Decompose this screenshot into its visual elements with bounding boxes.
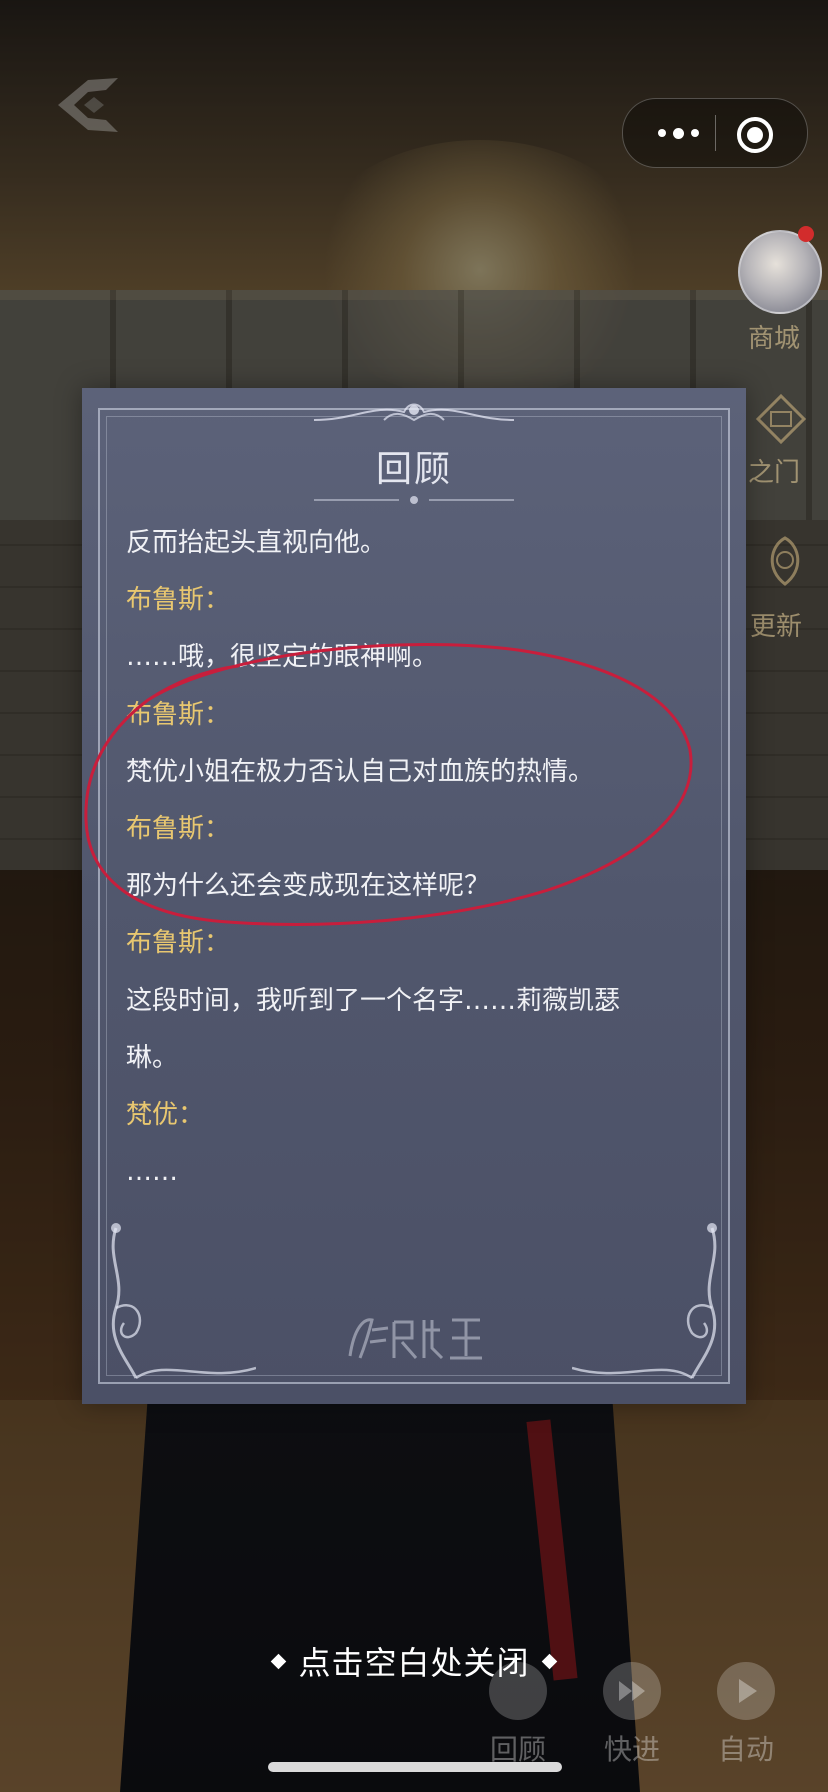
top-ornament-icon [314,403,514,422]
log-line: 梵优小姐在极力否认自己对血族的热情。 [126,757,595,787]
review-icon [489,1662,547,1720]
capsule-divider [715,115,716,151]
dialog-title: 回顾 [375,449,452,490]
shop-avatar-icon[interactable] [738,230,822,314]
review-dialog: 回顾 反而抬起头直视向他。 布鲁斯： ……哦，很坚定的眼神啊。 布鲁斯： 梵优小… [82,388,746,1404]
log-speaker: 布鲁斯： [126,814,231,844]
dot-icon [657,129,666,137]
log-speaker: 布鲁斯： [126,700,231,730]
dot-icon [672,127,684,139]
more-options-button[interactable] [643,99,713,167]
gate-label[interactable]: 之门 [748,452,800,489]
close-miniprogram-button[interactable] [731,109,779,157]
diamond-icon [271,1653,287,1669]
log-speaker: 布鲁斯： [126,928,231,958]
auto-button[interactable]: 自动 [698,1662,794,1768]
brand-logo [348,1318,482,1360]
log-speaker: 梵优： [126,1100,205,1130]
fast-forward-button[interactable]: 快进 [584,1662,680,1768]
update-moon-icon[interactable] [758,534,812,588]
game-logo-icon [58,78,118,132]
left-corner-ornament-icon [111,1223,256,1380]
home-indicator[interactable] [268,1762,562,1772]
review-button[interactable]: 回顾 [470,1662,566,1768]
right-corner-ornament-icon [572,1223,717,1380]
auto-play-icon [717,1662,775,1720]
dot-icon [690,129,699,137]
update-label[interactable]: 更新 [750,606,802,643]
target-dot-icon [747,127,763,143]
log-line: 那为什么还会变成现在这样呢？ [126,871,491,901]
log-line: ……哦，很坚定的眼神啊。 [126,642,439,672]
title-divider-icon [314,496,514,504]
fast-forward-icon [603,1662,661,1720]
notification-dot [798,226,814,242]
log-line: …… [126,1157,178,1187]
log-line: 琳。 [126,1043,179,1073]
mini-program-capsule [622,98,808,168]
log-line: 反而抬起头直视向他。 [126,528,387,558]
shop-label[interactable]: 商城 [748,318,800,355]
auto-label: 自动 [717,1733,774,1766]
log-line: 这段时间，我听到了一个名字……莉薇凯瑟 [126,986,621,1016]
gate-icon[interactable] [754,392,808,446]
log-speaker: 布鲁斯： [126,585,231,615]
fast-forward-label: 快进 [603,1733,660,1766]
